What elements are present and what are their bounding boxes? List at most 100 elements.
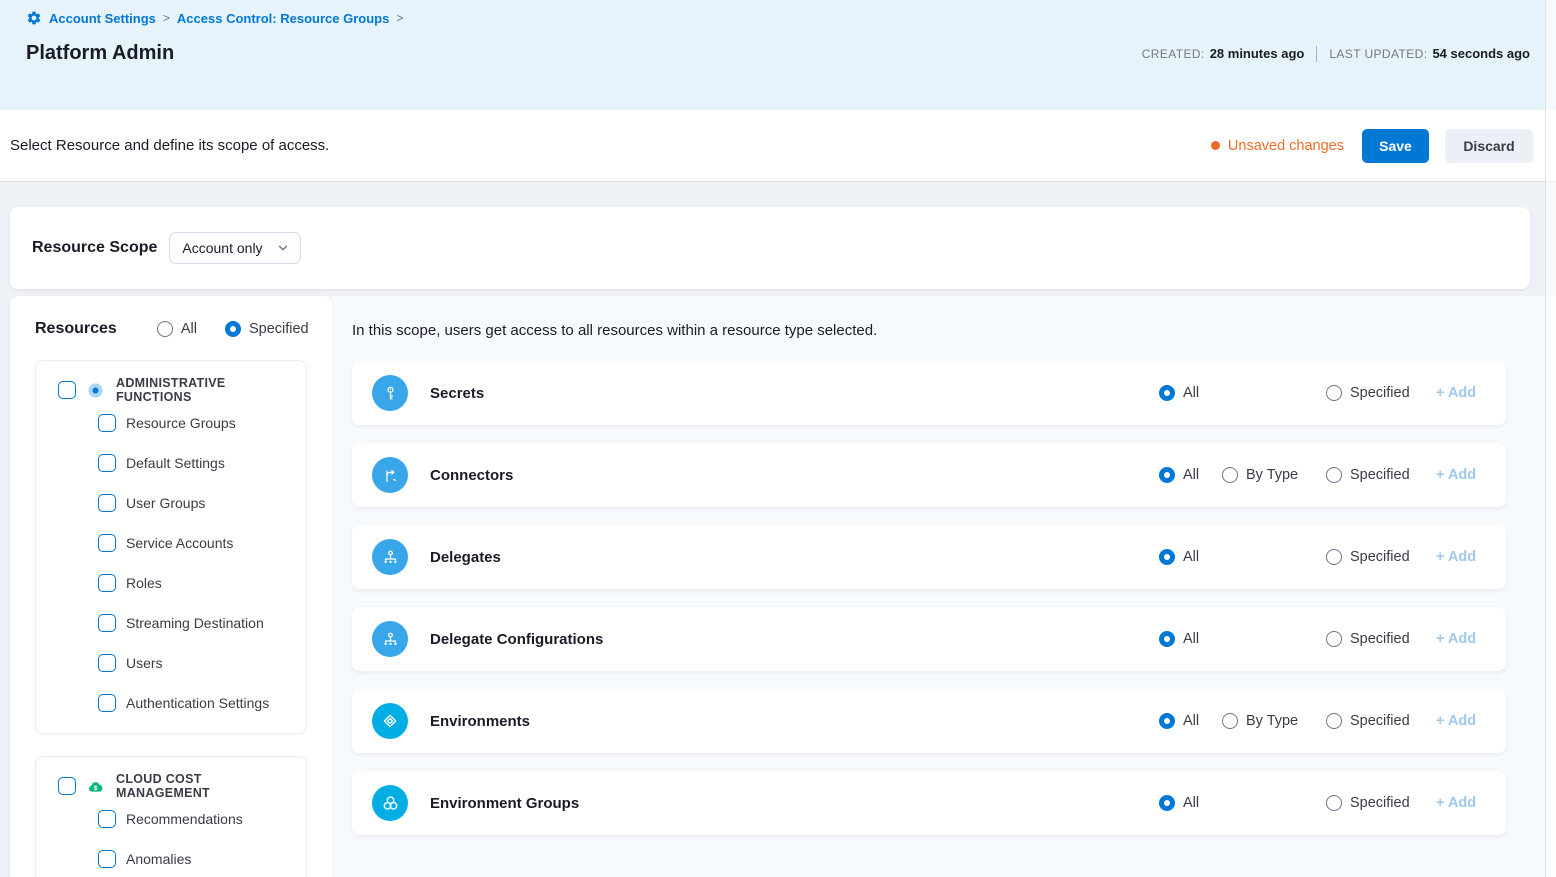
resource-row-label: Environment Groups [430,795,1159,812]
scope-option-all[interactable]: All [1159,385,1222,401]
add-button[interactable]: + Add [1436,631,1506,647]
option-label: Specified [1350,631,1410,647]
scope-option-all[interactable]: All [1159,713,1222,729]
scope-option-specified[interactable]: Specified [1326,631,1436,647]
option-label: Specified [1350,795,1410,811]
save-button[interactable]: Save [1362,129,1429,163]
breadcrumb-resource-groups[interactable]: Access Control: Resource Groups [177,11,389,26]
group-checkbox[interactable] [58,777,76,795]
add-button[interactable]: + Add [1436,795,1506,811]
environment-icon [372,703,408,739]
radio-icon[interactable] [1159,713,1175,729]
option-label: By Type [1246,713,1298,729]
radio-icon[interactable] [1326,385,1342,401]
radio-icon[interactable] [1159,631,1175,647]
connector-icon [372,457,408,493]
scope-option-specified[interactable]: Specified [1326,467,1436,483]
resources-view-option-all[interactable]: All [157,321,197,337]
action-toolbar: Select Resource and define its scope of … [0,110,1556,182]
radio-icon[interactable] [157,321,173,337]
resource-scope-card: Resource Scope Account only [10,207,1530,289]
toolbar-description: Select Resource and define its scope of … [10,137,1211,154]
item-label: Default Settings [126,455,225,471]
item-checkbox[interactable] [98,414,116,432]
scope-option-specified[interactable]: Specified [1326,385,1436,401]
breadcrumb-account-settings[interactable]: Account Settings [49,11,156,26]
item-label: User Groups [126,495,205,511]
resource-group-card: ADMINISTRATIVE FUNCTIONSResource GroupsD… [35,360,307,734]
scope-option-by-type[interactable]: By Type [1222,713,1326,729]
unsaved-label: Unsaved changes [1228,138,1344,154]
radio-icon[interactable] [1159,549,1175,565]
scope-option-by-type[interactable]: By Type [1222,467,1326,483]
item-label: Anomalies [126,851,191,867]
resource-row-label: Delegate Configurations [430,631,1159,648]
scrollbar-gutter[interactable] [1545,0,1556,877]
option-label: By Type [1246,467,1298,483]
add-button[interactable]: + Add [1436,713,1506,729]
header-meta: CREATED: 28 minutes ago LAST UPDATED: 54… [1142,46,1530,62]
resource-row: Delegate ConfigurationsAll Specified + Add [352,607,1506,671]
item-checkbox[interactable] [98,574,116,592]
item-checkbox[interactable] [98,810,116,828]
radio-icon[interactable] [1326,549,1342,565]
option-label: Specified [249,321,309,337]
scope-option-all[interactable]: All [1159,467,1222,483]
resource-scope-label: Resource Scope [32,239,157,257]
resource-type-item: Recommendations [98,799,298,839]
created-value: 28 minutes ago [1210,46,1305,61]
radio-icon[interactable] [1159,385,1175,401]
cloud-cost-icon: $ [87,778,104,795]
item-checkbox[interactable] [98,694,116,712]
discard-button[interactable]: Discard [1445,129,1533,163]
chevron-down-icon [276,241,290,255]
resources-view-option-specified[interactable]: Specified [225,321,309,337]
scope-option-all[interactable]: All [1159,795,1222,811]
radio-icon[interactable] [1159,467,1175,483]
add-button[interactable]: + Add [1436,467,1506,483]
radio-icon[interactable] [1326,467,1342,483]
add-button[interactable]: + Add [1436,385,1506,401]
option-label: All [1183,385,1199,401]
scope-option-all[interactable]: All [1159,549,1222,565]
item-label: Service Accounts [126,535,233,551]
group-label: CLOUD COST MANAGEMENT [116,772,298,800]
item-checkbox[interactable] [98,850,116,868]
radio-icon[interactable] [1326,713,1342,729]
radio-icon[interactable] [1159,795,1175,811]
radio-icon[interactable] [1222,713,1238,729]
created-label: CREATED: [1142,47,1205,61]
scope-option-specified[interactable]: Specified [1326,549,1436,565]
item-checkbox[interactable] [98,454,116,472]
resource-row-label: Connectors [430,467,1159,484]
resource-row: EnvironmentsAllBy TypeSpecified+ Add [352,689,1506,753]
resource-scope-dropdown[interactable]: Account only [169,232,301,264]
resource-row: ConnectorsAll By Type Specified + Add [352,443,1506,507]
breadcrumb-separator: > [396,11,403,25]
breadcrumb: Account Settings > Access Control: Resou… [26,10,1530,26]
resource-type-item: Streaming Destination [98,603,298,643]
option-label: Specified [1350,713,1410,729]
scope-option-all[interactable]: All [1159,631,1222,647]
resource-group-card: $ CLOUD COST MANAGEMENTRecommendations Ano… [35,756,307,877]
option-label: All [1183,549,1199,565]
item-checkbox[interactable] [98,494,116,512]
add-button[interactable]: + Add [1436,549,1506,565]
resource-type-item: Service Accounts [98,523,298,563]
resource-type-item: Roles [98,563,298,603]
item-checkbox[interactable] [98,534,116,552]
scope-option-specified[interactable]: Specified [1326,713,1436,729]
item-checkbox[interactable] [98,614,116,632]
option-label: Specified [1350,385,1410,401]
item-checkbox[interactable] [98,654,116,672]
environment-group-icon [372,785,408,821]
radio-icon[interactable] [225,321,241,337]
radio-icon[interactable] [1222,467,1238,483]
option-label: Specified [1350,467,1410,483]
radio-icon[interactable] [1326,631,1342,647]
group-checkbox[interactable] [58,381,76,399]
option-label: All [181,321,197,337]
item-label: Authentication Settings [126,695,269,711]
radio-icon[interactable] [1326,795,1342,811]
scope-option-specified[interactable]: Specified [1326,795,1436,811]
